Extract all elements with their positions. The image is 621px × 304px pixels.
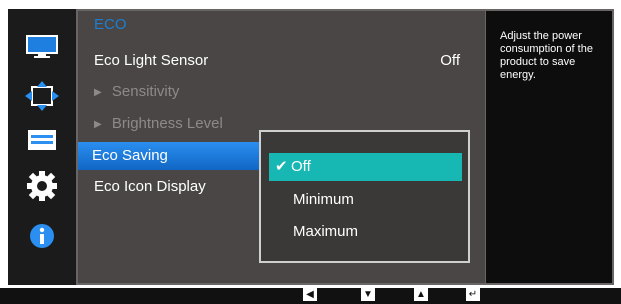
checkmark-icon: ✔	[275, 158, 288, 175]
option-maximum[interactable]: Maximum	[269, 218, 462, 246]
picture-icon[interactable]	[22, 32, 62, 62]
option-minimum[interactable]: Minimum	[269, 186, 462, 214]
menu-title: ECO	[94, 16, 127, 33]
menu-item-label: Eco Light Sensor	[94, 52, 209, 69]
settings-gear-icon[interactable]	[22, 171, 62, 201]
menu-item-label: Brightness Level	[111, 115, 223, 132]
menu-item-eco-saving[interactable]: Eco Saving	[78, 142, 265, 170]
down-arrow-icon[interactable]: ▼	[361, 288, 375, 301]
sidebar	[8, 9, 76, 285]
up-arrow-icon[interactable]: ▲	[414, 288, 428, 301]
menu-item-label: Eco Icon Display	[94, 178, 206, 195]
button-guide-bar: ◀ ▼ ▲ ↵	[0, 288, 621, 304]
option-label: Off	[291, 158, 311, 175]
enter-icon[interactable]: ↵	[466, 288, 480, 301]
arrow-right-icon: ▶	[94, 119, 102, 130]
menu-item-eco-light-sensor[interactable]: Eco Light Sensor Off	[78, 47, 470, 75]
option-label: Minimum	[293, 191, 354, 208]
menu-item-sensitivity[interactable]: ▶ Sensitivity	[78, 78, 470, 106]
option-off[interactable]: ✔ Off	[269, 153, 462, 181]
information-icon[interactable]	[22, 221, 62, 251]
help-panel: Adjust the power consumption of the prod…	[485, 9, 614, 285]
menu-item-label: Sensitivity	[111, 83, 180, 100]
menu-item-label: Eco Saving	[92, 147, 168, 164]
option-label: Maximum	[293, 223, 359, 240]
arrow-right-icon: ▶	[94, 87, 102, 98]
position-icon[interactable]	[22, 81, 62, 111]
left-arrow-icon[interactable]: ◀	[303, 288, 317, 301]
help-text: Adjust the power consumption of the prod…	[500, 30, 593, 81]
eco-saving-submenu: ✔ Off Minimum Maximum	[259, 130, 470, 263]
system-icon[interactable]	[22, 125, 62, 155]
menu-item-value: Off	[440, 52, 460, 69]
